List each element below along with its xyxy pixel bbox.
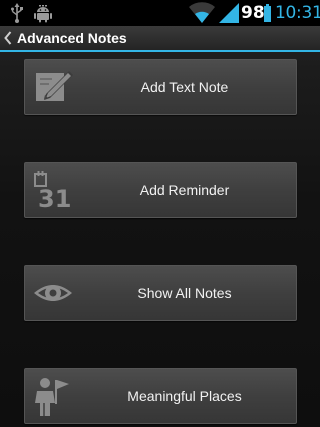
meaningful-places-button[interactable]: Meaningful Places: [24, 368, 297, 424]
action-bar: Advanced Notes: [0, 26, 320, 50]
android-debug-icon: [34, 5, 52, 23]
usb-icon: [11, 3, 23, 23]
wifi-icon: [189, 2, 215, 24]
battery-level: 98: [241, 3, 265, 23]
calendar-31-icon: 31: [34, 171, 71, 210]
person-flag-icon: [35, 378, 69, 416]
add-reminder-button[interactable]: 31 Add Reminder: [24, 162, 297, 218]
edit-note-icon: [36, 71, 73, 101]
calendar-number: 31: [38, 185, 71, 210]
button-label: Show All Notes: [137, 285, 232, 301]
button-label: Meaningful Places: [127, 388, 242, 404]
app-title: Advanced Notes: [17, 30, 127, 46]
status-bar: 98 10:31: [0, 0, 320, 26]
add-text-note-button[interactable]: Add Text Note: [24, 59, 297, 115]
screen: 98 10:31 Advanced Notes Add Text Note 31…: [0, 0, 320, 427]
eye-icon: [34, 285, 72, 301]
chevron-left-icon: [4, 31, 12, 45]
button-label: Add Text Note: [140, 79, 229, 95]
show-all-notes-button[interactable]: Show All Notes: [24, 265, 297, 321]
clock: 10:31: [275, 3, 320, 23]
up-navigation-button[interactable]: Advanced Notes: [0, 26, 140, 50]
signal-icon: [219, 3, 239, 23]
battery-icon: [264, 4, 271, 22]
button-label: Add Reminder: [139, 182, 230, 198]
action-bar-divider: [0, 50, 320, 52]
